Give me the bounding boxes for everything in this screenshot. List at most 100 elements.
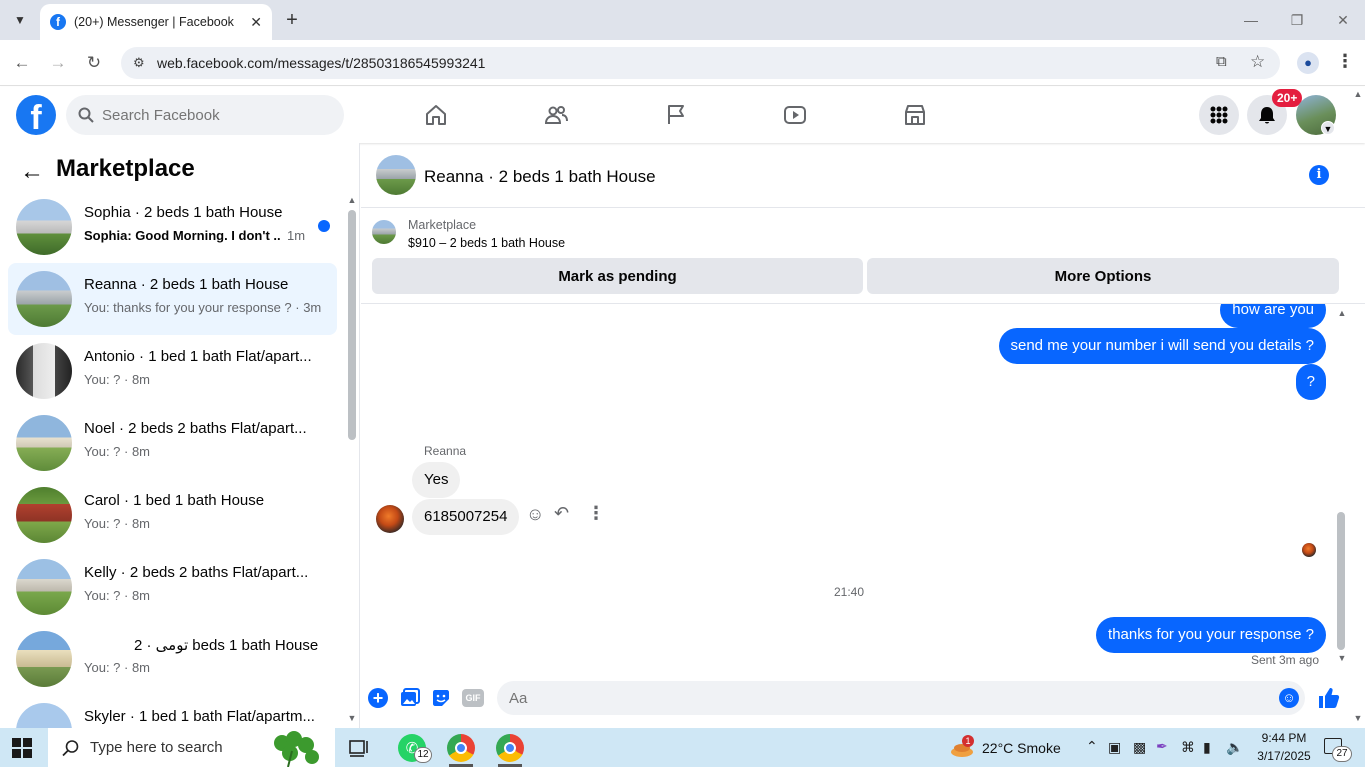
- chevron-down-icon[interactable]: ▼: [1321, 121, 1335, 135]
- tray-chevron-up-icon[interactable]: ⌃: [1086, 738, 1098, 755]
- thumbs-up-icon[interactable]: [1317, 686, 1341, 710]
- nav-video[interactable]: [775, 99, 815, 131]
- react-emoji-icon[interactable]: ☺: [526, 504, 544, 525]
- outgoing-message[interactable]: thanks for you your response ?: [1096, 617, 1326, 653]
- weather-text[interactable]: 22°C Smoke: [982, 740, 1061, 756]
- chrome-icon[interactable]: [447, 734, 475, 762]
- scroll-down-icon[interactable]: ▼: [1335, 653, 1349, 663]
- gif-icon[interactable]: GIF: [462, 689, 484, 707]
- facebook-logo-icon[interactable]: f: [16, 95, 56, 135]
- search-icon: [62, 739, 79, 756]
- incoming-message[interactable]: 6185007254: [412, 499, 520, 535]
- outgoing-message[interactable]: ?: [1295, 364, 1326, 400]
- task-view-icon[interactable]: [348, 737, 370, 759]
- message-scrollbar[interactable]: [1337, 512, 1345, 650]
- message-input[interactable]: [497, 681, 1305, 715]
- camera-icon[interactable]: ▩: [1133, 739, 1146, 756]
- listing-thumbnail: [16, 271, 72, 327]
- conversation-item[interactable]: Sophia · 2 beds 1 bath House Sophia: Goo…: [8, 191, 337, 263]
- conversation-item[interactable]: Carol · 1 bed 1 bath House You: ? · 8m: [8, 479, 337, 551]
- conversation-preview: Sophia: Good Morning. I don't ...: [84, 228, 280, 243]
- new-tab-icon[interactable]: +: [282, 8, 302, 32]
- listing-thumbnail[interactable]: [372, 220, 396, 244]
- conversation-item-active[interactable]: Reanna · 2 beds 1 bath House You: thanks…: [8, 263, 337, 335]
- nav-pages[interactable]: [656, 99, 696, 131]
- chat-avatar[interactable]: [376, 155, 416, 195]
- scroll-down-icon[interactable]: ▼: [345, 713, 359, 723]
- pen-icon[interactable]: ✒: [1156, 738, 1168, 755]
- photo-icon[interactable]: [400, 688, 422, 708]
- mark-as-pending-button[interactable]: Mark as pending: [372, 258, 863, 294]
- site-info-icon[interactable]: ⚙: [133, 55, 149, 71]
- friends-icon: [544, 106, 568, 124]
- tab-close-icon[interactable]: ✕: [250, 14, 262, 31]
- chat-title[interactable]: Reanna · 2 beds 1 bath House: [424, 167, 656, 187]
- search-input[interactable]: [102, 106, 322, 124]
- restore-icon[interactable]: ❐: [1282, 8, 1312, 32]
- minimize-icon[interactable]: —: [1236, 8, 1266, 32]
- facebook-favicon-icon: f: [50, 14, 66, 30]
- window-close-icon[interactable]: ✕: [1328, 8, 1358, 32]
- menu-grid-button[interactable]: [1199, 95, 1239, 135]
- info-icon[interactable]: i: [1309, 165, 1329, 185]
- bookmark-star-icon[interactable]: ☆: [1250, 52, 1265, 72]
- nav-home[interactable]: [416, 99, 456, 131]
- taskbar-search-text: Type here to search: [90, 739, 223, 756]
- reply-icon[interactable]: ↶: [554, 503, 569, 524]
- chrome-profile-icon[interactable]: [496, 734, 524, 762]
- clock-time[interactable]: 9:44 PM: [1250, 731, 1318, 745]
- listing-price[interactable]: $910 – 2 beds 1 bath House: [408, 236, 565, 250]
- conversation-name: Reanna · 2 beds 1 bath House: [84, 276, 289, 293]
- clock-date[interactable]: 3/17/2025: [1250, 749, 1318, 763]
- outgoing-message[interactable]: send me your number i will send you deta…: [998, 328, 1326, 364]
- scroll-up-icon[interactable]: ▲: [1335, 308, 1349, 318]
- page-scroll-down-icon[interactable]: ▼: [1351, 713, 1365, 723]
- nav-friends[interactable]: [536, 99, 576, 131]
- conversation-preview: You: ? · 8m: [84, 372, 151, 387]
- sender-avatar[interactable]: [376, 505, 404, 533]
- nav-marketplace[interactable]: [895, 99, 935, 131]
- reload-icon[interactable]: ↻: [81, 50, 107, 76]
- tab-title: (20+) Messenger | Facebook: [74, 15, 234, 29]
- add-attachment-icon[interactable]: +: [368, 688, 388, 708]
- listing-thumbnail: [16, 199, 72, 255]
- volume-muted-icon[interactable]: 🔈: [1226, 739, 1243, 756]
- conversation-item[interactable]: Kelly · 2 beds 2 baths Flat/apart... You…: [8, 551, 337, 623]
- omnibox[interactable]: ⚙ web.facebook.com/messages/t/2850318654…: [121, 47, 1280, 79]
- facebook-search[interactable]: [66, 95, 344, 135]
- more-options-button[interactable]: More Options: [867, 258, 1339, 294]
- video-icon: [784, 106, 806, 124]
- battery-icon[interactable]: ▮: [1203, 739, 1211, 756]
- windows-start-icon[interactable]: [12, 738, 32, 758]
- sent-status: Sent 3m ago: [1250, 653, 1319, 667]
- outgoing-message[interactable]: how are you: [1220, 304, 1326, 328]
- listing-thumbnail: [16, 559, 72, 615]
- incoming-message[interactable]: Yes: [412, 462, 461, 498]
- sidebar-scrollbar[interactable]: [348, 210, 356, 440]
- url-text[interactable]: web.facebook.com/messages/t/285031865459…: [157, 55, 485, 71]
- back-icon[interactable]: ←: [9, 50, 35, 76]
- conversation-preview: You: ? · 8m: [84, 516, 151, 531]
- profile-icon[interactable]: ●: [1297, 52, 1319, 74]
- sticker-icon[interactable]: [431, 688, 453, 708]
- forward-icon[interactable]: →: [45, 50, 71, 76]
- wifi-icon[interactable]: ⌘: [1181, 739, 1195, 756]
- meet-now-icon[interactable]: ▣: [1108, 739, 1121, 756]
- browser-menu-icon[interactable]: ⋮: [1336, 51, 1354, 72]
- conversation-item[interactable]: Noel · 2 beds 2 baths Flat/apart... You:…: [8, 407, 337, 479]
- conversation-item[interactable]: تومی · 2 beds 1 bath House You: ? · 8m: [8, 623, 337, 695]
- conversation-item[interactable]: Antonio · 1 bed 1 bath Flat/apart... You…: [8, 335, 337, 407]
- page-scroll-up-icon[interactable]: ▲: [1351, 89, 1365, 99]
- scroll-up-icon[interactable]: ▲: [345, 195, 359, 205]
- flag-icon: [668, 105, 684, 124]
- conversation-preview: You: ? · 8m: [84, 444, 151, 459]
- conversation-item[interactable]: Skyler · 1 bed 1 bath Flat/apartm...: [8, 695, 337, 728]
- back-arrow-icon[interactable]: ←: [20, 158, 44, 186]
- install-app-icon[interactable]: ⧉: [1216, 53, 1227, 70]
- clover-icon[interactable]: [262, 729, 328, 767]
- browser-tab[interactable]: f (20+) Messenger | Facebook ✕: [40, 4, 272, 40]
- more-actions-icon[interactable]: ⋮: [587, 503, 605, 524]
- tab-search-dropdown-icon[interactable]: ▼: [7, 7, 33, 33]
- listing-thumbnail: [16, 343, 72, 399]
- emoji-icon[interactable]: ☺: [1279, 688, 1299, 708]
